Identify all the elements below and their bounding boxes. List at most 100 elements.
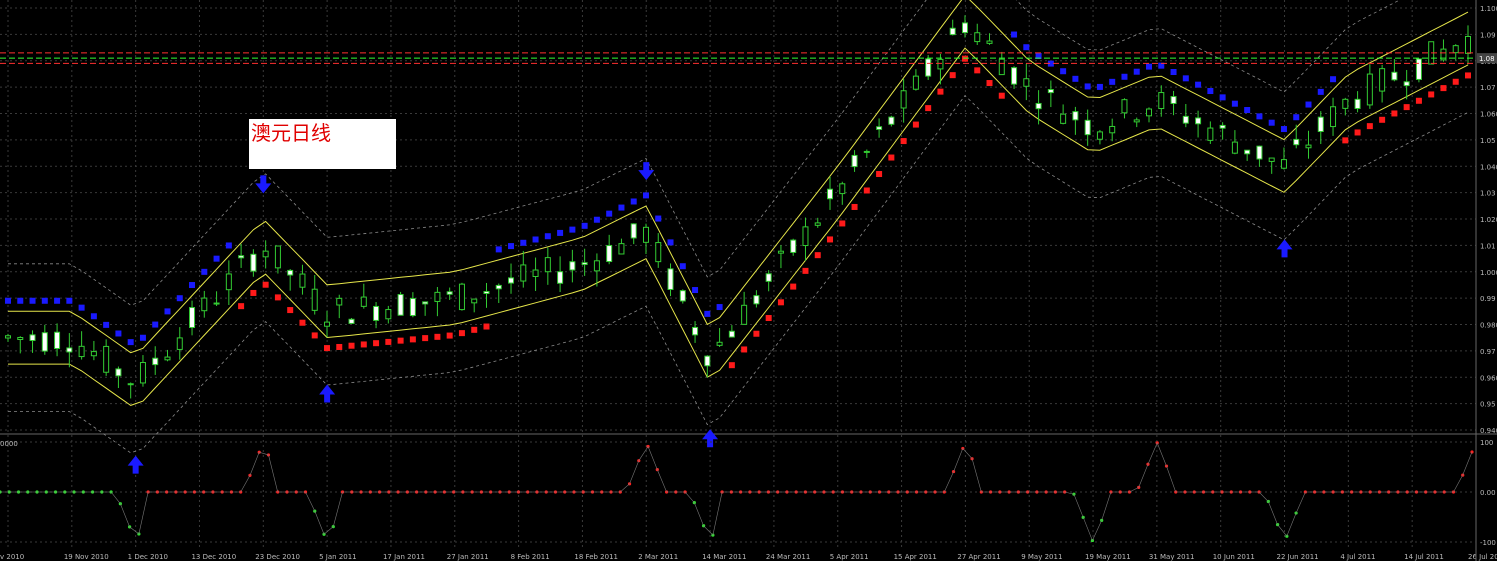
candle-body [103,345,110,373]
trailing-stop-dot [642,192,649,199]
trailing-stop-dot [520,239,527,246]
x-tick-label: 14 Mar 2011 [702,553,746,561]
candle-body [581,262,588,266]
y-tick-label: 0.97 [1480,348,1496,356]
trailing-stop-dot [213,255,220,262]
trailing-stop-dot [29,297,36,304]
trailing-stop-dot [581,222,588,229]
trailing-stop-dot [103,321,110,328]
trailing-stop-dot [1293,114,1300,121]
trailing-stop-dot [274,294,281,301]
trailing-stop-dot [618,204,625,211]
trailing-stop-dot [1231,100,1238,107]
trailing-stop-dot [1109,78,1116,85]
candle-body [1121,99,1128,114]
candle-body [274,245,281,269]
candle-body [54,331,61,350]
buy-arrow-icon [1276,239,1293,258]
candle-body [471,298,478,304]
candle-body [569,261,576,271]
candle-body [765,273,772,282]
trailing-stop-dot [152,321,159,328]
osc-corner-label: 0000 [0,440,18,448]
trailing-stop-dot [1096,83,1103,90]
candle-body [1452,45,1459,54]
candle-body [1280,159,1287,169]
trailing-stop-dot [1452,78,1459,85]
candle-body [827,188,834,200]
trailing-stop-dot [189,282,196,289]
x-tick-label: 4 Jul 2011 [1340,553,1375,561]
y-tick-label: 0.960 [1480,374,1497,382]
candle-body [912,75,919,90]
trailing-stop-dot [606,210,613,217]
candle-body [299,273,306,288]
candle-body [1011,67,1018,85]
candle-body [557,271,564,284]
candle-body [1244,149,1251,155]
candle-body [1219,124,1226,129]
candle-body [704,355,711,367]
candle-body [1035,102,1042,110]
trailing-stop-dot [17,297,24,304]
candle-body [753,295,760,305]
trailing-stop-dot [630,198,637,205]
trailing-stop-dot [446,332,453,339]
y-tick-label: 1.100 [1480,5,1497,13]
trailing-stop-dot [323,345,330,352]
candle-body [164,356,171,361]
candle-body [262,250,269,258]
x-tick-label: 22 Jun 2011 [1277,553,1319,561]
candle-body [900,90,907,109]
trailing-stop-dot [1219,94,1226,101]
trailing-stop-dot [139,334,146,341]
trailing-stop-dot [1023,44,1030,51]
y-tick-label: 1.060 [1480,111,1497,119]
trailing-stop-dot [287,307,294,314]
trailing-stop-dot [1244,107,1251,114]
trailing-stop-dot [1428,91,1435,98]
candle-body [1391,71,1398,81]
chart-title-label: 澳元日线 [249,119,396,169]
trailing-stop-dot [1207,88,1214,95]
candle-body [495,284,502,290]
trailing-stop-dot [1330,76,1337,83]
x-tick-label: 27 Apr 2011 [957,553,1000,561]
trailing-stop-dot [888,154,895,161]
osc-tick-label: 100 [1480,439,1493,447]
trailing-stop-dot [373,340,380,347]
x-tick-label: 5 Apr 2011 [830,553,869,561]
candle-body [606,245,613,263]
price-chart-canvas[interactable]: 1.1001.091.0801.071.0601.051.0401.031.02… [0,0,1497,561]
x-tick-label: 31 May 2011 [1149,553,1195,561]
trailing-stop-dot [679,263,686,270]
trailing-stop-dot [127,339,134,346]
trailing-stop-dot [876,171,883,178]
x-tick-label: v 2010 [0,553,24,561]
x-tick-label: 8 Feb 2011 [511,553,550,561]
candle-body [1195,117,1202,125]
candle-body [1268,157,1275,162]
candle-body [201,297,208,312]
candle-body [986,40,993,44]
trailing-stop-dot [164,308,171,315]
candle-body [29,334,36,342]
trailing-stop-dot [78,304,85,311]
trailing-stop-dot [655,215,662,222]
x-tick-label: 23 Dec 2010 [255,553,300,561]
candle-body [250,253,257,272]
trailing-stop-dot [728,362,735,369]
y-tick-label: 1.05 [1480,137,1496,145]
candle-body [90,351,97,357]
trailing-stop-dot [299,319,306,326]
candle-body [1317,116,1324,133]
candle-body [1256,145,1263,160]
trailing-stop-dot [409,336,416,343]
price-tag-label: 1.08 [1479,55,1495,63]
trailing-stop-dot [1342,137,1349,144]
y-tick-label: 1.000 [1480,269,1497,277]
trailing-stop-dot [569,226,576,233]
candle-body [728,330,735,338]
trailing-stop-dot [544,233,551,240]
trailing-stop-dot [360,341,367,348]
